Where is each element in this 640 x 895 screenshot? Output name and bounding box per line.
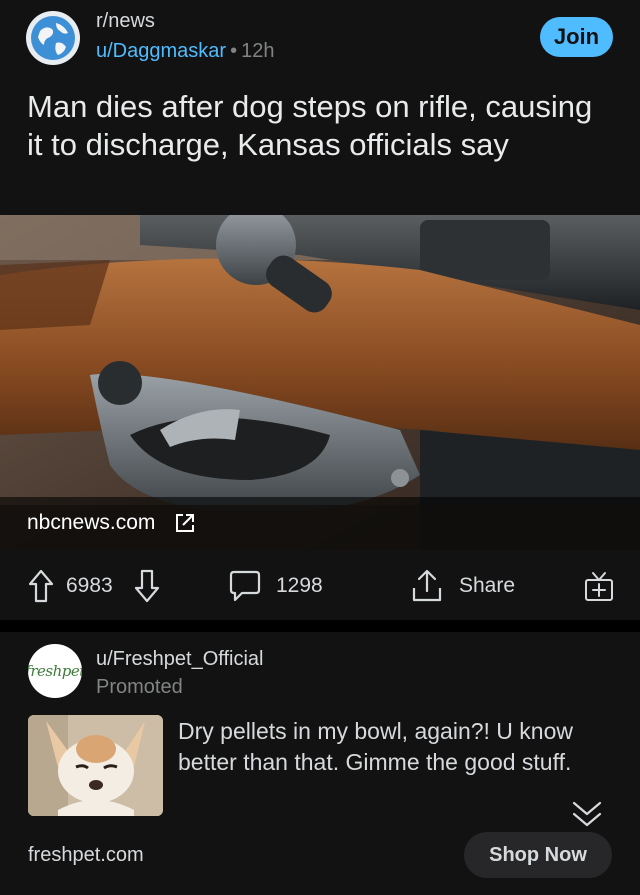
freshpet-logo-text: freshpet — [28, 662, 82, 680]
downvote-icon — [134, 569, 160, 603]
post-author[interactable]: u/Daggmaskar — [96, 40, 226, 62]
globe-icon — [31, 16, 75, 60]
promo-thumbnail[interactable] — [28, 715, 163, 816]
subreddit-avatar[interactable] — [26, 11, 80, 65]
shop-now-button[interactable]: Shop Now — [464, 832, 612, 878]
downvote-button[interactable] — [134, 560, 160, 612]
external-link-icon[interactable] — [173, 511, 197, 535]
comment-button[interactable] — [228, 560, 262, 612]
share-label[interactable]: Share — [459, 560, 515, 612]
freshpet-logo[interactable]: freshpet — [28, 644, 82, 698]
post-card[interactable]: r/news u/Daggmaskar • 12h Join Man dies af… — [0, 0, 640, 620]
promo-author[interactable]: u/Freshpet_Official — [96, 648, 264, 671]
promoted-card[interactable]: freshpet u/Freshpet_Official Promoted Dr… — [0, 632, 640, 895]
post-meta: u/Daggmaskar • 12h — [96, 40, 274, 63]
share-icon — [412, 569, 442, 602]
link-domain[interactable]: nbcnews.com — [27, 511, 155, 535]
award-button[interactable] — [583, 560, 615, 612]
award-icon — [585, 572, 613, 601]
post-time: 12h — [241, 40, 275, 62]
meta-separator: • — [230, 40, 238, 62]
comment-count[interactable]: 1298 — [276, 560, 323, 612]
join-button[interactable]: Join — [540, 17, 613, 57]
upvote-button[interactable] — [28, 560, 54, 612]
promoted-label: Promoted — [96, 676, 183, 698]
subreddit-name[interactable]: r/news — [96, 10, 155, 33]
post-title[interactable]: Man dies after dog steps on rifle, causi… — [27, 88, 607, 164]
chihuahua-photo — [28, 715, 163, 816]
promo-domain[interactable]: freshpet.com — [28, 844, 144, 867]
comment-icon — [229, 570, 261, 602]
chevron-down-double-icon[interactable] — [571, 800, 603, 830]
vote-count: 6983 — [66, 574, 113, 597]
share-button[interactable] — [410, 560, 444, 612]
post-actions: 6983 1298 Share — [0, 560, 640, 612]
promo-text[interactable]: Dry pellets in my bowl, again?! U know b… — [178, 716, 598, 778]
upvote-icon — [28, 569, 54, 603]
